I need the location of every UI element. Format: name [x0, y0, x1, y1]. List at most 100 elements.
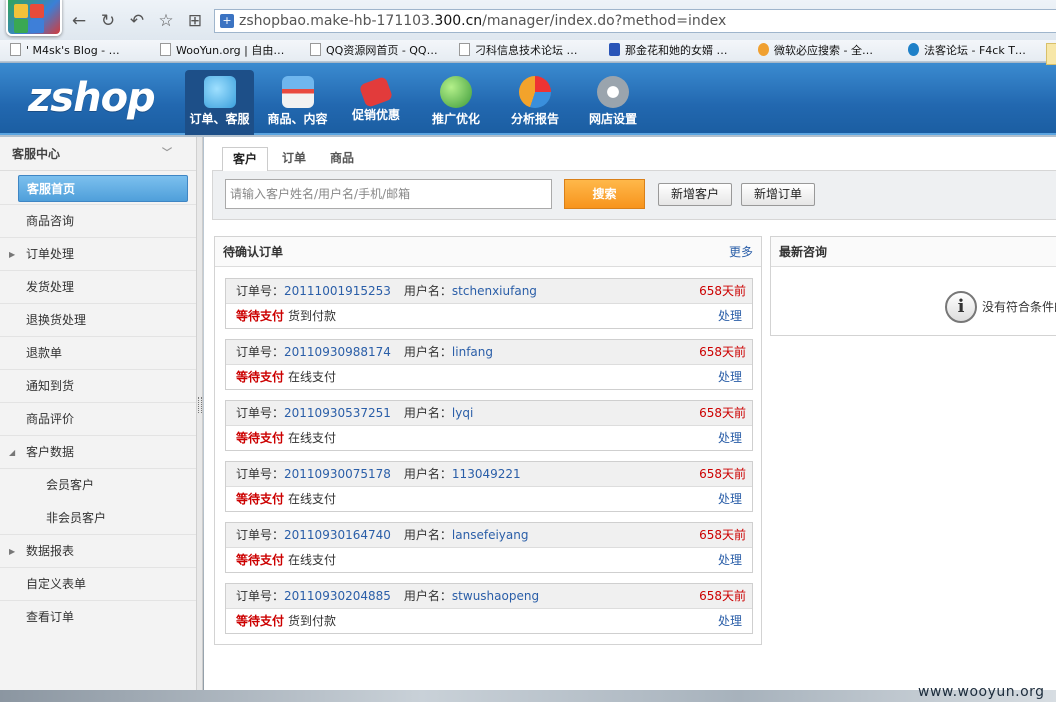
order-card: 订单号：20110930988174 用户名：linfang 658天前 等待支付 在线…	[225, 339, 753, 390]
order-header: 订单号：20110930164740 用户名：lansefeiyang 658天前	[226, 523, 752, 548]
process-link[interactable]: 处理	[718, 365, 742, 389]
nav-tab-marketing[interactable]: 推广优化	[423, 70, 489, 135]
status-badge: 等待支付	[236, 431, 285, 445]
back-icon[interactable]: ←	[68, 10, 90, 32]
bookmark-item[interactable]: WooYun.org | 自由…	[160, 43, 284, 59]
username-link[interactable]: lansefeiyang	[452, 528, 529, 542]
nav-tab-products[interactable]: 商品、内容	[262, 70, 333, 135]
username-link[interactable]: lyqi	[452, 406, 473, 420]
collapse-arrow-icon: ◢	[9, 448, 16, 457]
bookmark-item[interactable]: ' M4sk's Blog - …	[10, 43, 120, 59]
chat-bubbles-icon	[203, 76, 236, 108]
nav-tab-orders[interactable]: 订单、客服	[185, 70, 254, 135]
process-link[interactable]: 处理	[718, 548, 742, 572]
order-status-row: 等待支付 在线支付 处理	[226, 426, 752, 450]
username-link[interactable]: linfang	[452, 345, 493, 359]
payment-method: 在线支付	[288, 431, 337, 445]
grid-icon[interactable]: ⊞	[184, 10, 206, 32]
expand-arrow-icon: ▶	[9, 250, 16, 259]
order-number-link[interactable]: 20111001915253	[284, 284, 391, 298]
sidebar-splitter[interactable]	[197, 137, 203, 690]
sale-tag-icon	[358, 75, 394, 109]
nav-tab-reports[interactable]: 分析报告	[502, 70, 568, 135]
payment-method: 在线支付	[288, 492, 337, 506]
sidebar-item-members[interactable]: 会员客户	[0, 469, 196, 502]
payment-method: 货到付款	[288, 614, 337, 628]
drag-handle-icon[interactable]	[198, 397, 202, 413]
bookmarks-bar: ' M4sk's Blog - … WooYun.org | 自由… QQ资源网…	[0, 40, 1056, 62]
process-link[interactable]: 处理	[718, 609, 742, 633]
status-badge: 等待支付	[236, 492, 285, 506]
username-link[interactable]: stwushaopeng	[452, 589, 539, 603]
sidebar-item-custom-forms[interactable]: 自定义表单	[0, 568, 196, 601]
process-link[interactable]: 处理	[718, 304, 742, 328]
tab-product[interactable]: 商品	[322, 147, 362, 171]
desktop-strip	[0, 690, 1056, 702]
empty-message: 没有符合条件的	[982, 300, 1056, 314]
order-header: 订单号：20110930537251 用户名：lyqi 658天前	[226, 401, 752, 426]
order-header: 订单号：20111001915253 用户名：stchenxiufang 658天前	[226, 279, 752, 304]
bookmark-item[interactable]: 法客论坛 - F4ck T…	[908, 43, 1026, 59]
url-domain: 300.cn	[434, 13, 483, 29]
order-status-row: 等待支付 在线支付 处理	[226, 365, 752, 389]
bookmark-item[interactable]: 那金花和她的女婿 …	[609, 43, 728, 59]
forum-icon	[908, 43, 919, 56]
panel-title: 最新咨询	[771, 237, 1056, 267]
sidebar-item-reports[interactable]: ▶ 数据报表	[0, 535, 196, 568]
sidebar-item-service-home[interactable]: 客服首页	[18, 175, 188, 202]
sidebar-item-non-members[interactable]: 非会员客户	[0, 502, 196, 535]
order-header: 订单号：20110930075178 用户名：113049221 658天前	[226, 462, 752, 487]
bookmark-item[interactable]: 刁科信息技术论坛 …	[459, 43, 578, 59]
notice-badge[interactable]	[1046, 43, 1056, 65]
username-link[interactable]: stchenxiufang	[452, 284, 537, 298]
order-number-link[interactable]: 20110930075178	[284, 467, 391, 481]
star-icon[interactable]: ☆	[155, 10, 177, 32]
more-link[interactable]: 更多	[729, 237, 753, 267]
add-customer-button[interactable]: 新增客户	[658, 183, 732, 206]
sidebar-item-view-orders[interactable]: 查看订单	[0, 601, 196, 634]
page-icon	[459, 43, 470, 56]
bookmark-item[interactable]: QQ资源网首页 - QQ…	[310, 43, 438, 59]
sidebar-item-product-inquiry[interactable]: 商品咨询	[0, 205, 196, 238]
zshop-logo[interactable]: zshop	[28, 75, 156, 121]
order-number-link[interactable]: 20110930537251	[284, 406, 391, 420]
sidebar-title[interactable]: 客服中心 ﹀	[0, 137, 196, 171]
sidebar-item-refunds[interactable]: 退款单	[0, 337, 196, 370]
gear-icon	[597, 76, 629, 108]
order-card: 订单号：20110930164740 用户名：lansefeiyang 658天前等…	[225, 522, 753, 573]
order-status-row: 等待支付 货到付款 处理	[226, 304, 752, 328]
add-order-button[interactable]: 新增订单	[741, 183, 815, 206]
sidebar-item-order-processing[interactable]: ▶ 订单处理	[0, 238, 196, 271]
search-input[interactable]: 请输入客户姓名/用户名/手机/邮箱	[225, 179, 552, 209]
order-number-link[interactable]: 20110930164740	[284, 528, 391, 542]
order-card: 订单号：20110930204885 用户名：stwushaopeng 658天前等…	[225, 583, 753, 634]
browser-logo-icon	[6, 0, 62, 36]
order-number-link[interactable]: 20110930988174	[284, 345, 391, 359]
process-link[interactable]: 处理	[718, 487, 742, 511]
tab-order[interactable]: 订单	[274, 147, 314, 171]
process-link[interactable]: 处理	[718, 426, 742, 450]
undo-icon[interactable]: ↶	[126, 10, 148, 32]
tab-customer[interactable]: 客户	[222, 147, 268, 171]
order-card: 订单号：20110930537251 用户名：lyqi 658天前 等待支付 在线支付处…	[225, 400, 753, 451]
sidebar-item-arrival-notice[interactable]: 通知到货	[0, 370, 196, 403]
url-path: /manager/index.do?method=index	[482, 13, 727, 29]
bing-icon	[758, 43, 769, 56]
bookmark-item[interactable]: 微软必应搜索 - 全…	[758, 43, 873, 59]
sidebar-item-returns[interactable]: 退换货处理	[0, 304, 196, 337]
search-button[interactable]: 搜索	[564, 179, 645, 209]
order-number-link[interactable]: 20110930204885	[284, 589, 391, 603]
browser-toolbar: ← ↻ ↶ ☆ ⊞ + zshopbao.make-hb-171103.300.c…	[0, 0, 1056, 40]
sidebar-item-reviews[interactable]: 商品评价	[0, 403, 196, 436]
sidebar-item-shipping[interactable]: 发货处理	[0, 271, 196, 304]
refresh-icon[interactable]: ↻	[97, 10, 119, 32]
pie-chart-icon	[519, 76, 551, 108]
address-bar[interactable]: + zshopbao.make-hb-171103.300.cn/manager/…	[214, 9, 1056, 33]
sidebar-item-customer-data[interactable]: ◢ 客户数据	[0, 436, 196, 469]
order-age: 658天前	[699, 406, 746, 420]
order-status-row: 等待支付 在线支付 处理	[226, 487, 752, 511]
status-badge: 等待支付	[236, 553, 285, 567]
nav-tab-promotions[interactable]: 促销优惠	[344, 70, 408, 135]
username-link[interactable]: 113049221	[452, 467, 521, 481]
nav-tab-settings[interactable]: 网店设置	[582, 70, 644, 135]
